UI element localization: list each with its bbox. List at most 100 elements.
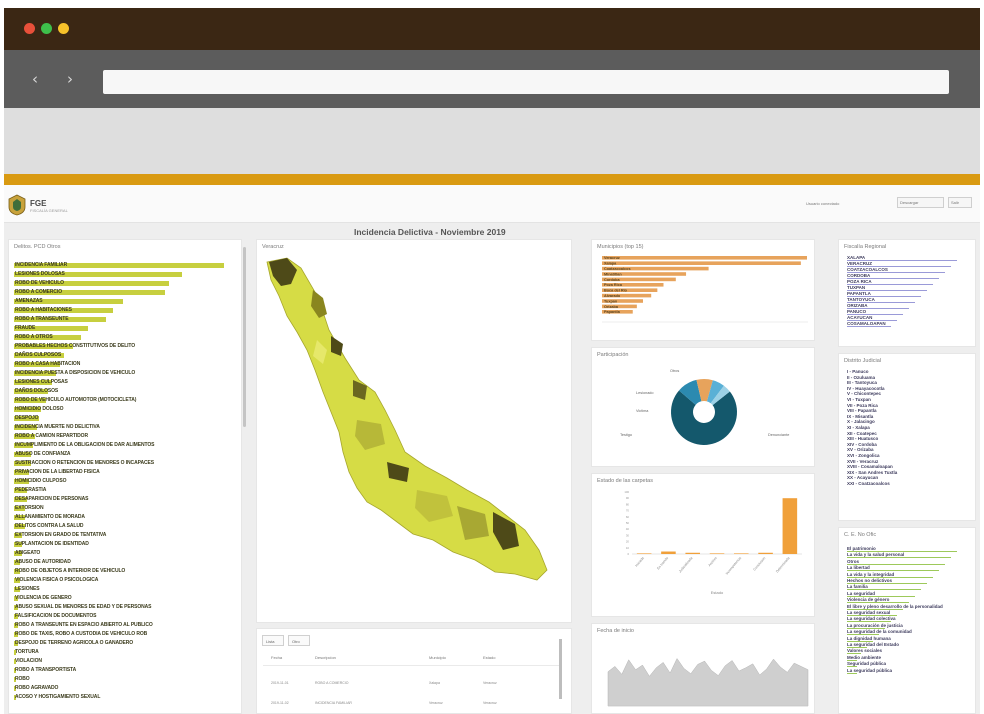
distrito-item[interactable]: VI - Tuxpan xyxy=(847,397,871,402)
crime-list-item[interactable]: HOMICIDIO CULPOSO xyxy=(14,478,234,484)
distrito-item[interactable]: XVIII - Cosamaloapan xyxy=(847,464,893,469)
crime-list-item[interactable]: ABUSO DE CONFIANZA xyxy=(14,451,234,457)
distrito-item[interactable]: V - Chicontepec xyxy=(847,391,881,396)
forward-arrow-icon[interactable]: › xyxy=(67,70,73,88)
estado-category-label: Determinada xyxy=(775,556,791,574)
close-window-dot[interactable] xyxy=(24,23,35,34)
crime-list-item[interactable]: ROBO A HABITACIONES xyxy=(14,307,234,313)
logout-button[interactable]: Salir xyxy=(948,197,972,208)
fecha-area xyxy=(607,658,809,707)
crime-list-item[interactable]: INCUMPLIMIENTO DE LA OBLIGACION DE DAR A… xyxy=(14,442,234,448)
crime-list-item[interactable]: DESAPARICION DE PERSONAS xyxy=(14,496,234,502)
crime-list-item[interactable]: INCIDENCIA MUERTE NO DELICTIVA xyxy=(14,424,234,430)
crime-list-item[interactable]: HOMICIDIO DOLOSO xyxy=(14,406,234,412)
crime-list-item[interactable]: ROBO A CAMION REPARTIDOR xyxy=(14,433,234,439)
crime-list-item[interactable]: LESIONES xyxy=(14,586,234,592)
back-arrow-icon[interactable]: ‹ xyxy=(32,70,38,88)
distrito-item[interactable]: IX - Misantla xyxy=(847,414,873,419)
crime-list-item[interactable]: ROBO A TRANSEUNTE xyxy=(14,316,234,322)
crime-list-item[interactable]: DAÑOS DOLOSOS xyxy=(14,388,234,394)
crime-list-item[interactable]: PRIVACION DE LA LIBERTAD FISICA xyxy=(14,469,234,475)
distrito-item[interactable]: XVI - Zongolica xyxy=(847,453,880,458)
crime-list-item[interactable]: LESIONES CULPOSAS xyxy=(14,379,234,385)
crime-list-item[interactable]: ROBO A CASA HABITACION xyxy=(14,361,234,367)
crime-list-item[interactable]: FRAUDE xyxy=(14,325,234,331)
crime-list-item[interactable]: ROBO A OTROS xyxy=(14,334,234,340)
crime-list-item[interactable]: ROBO DE TAXIS, ROBO A CUSTODIA DE VEHICU… xyxy=(14,631,234,637)
estado-y-tick: 70 xyxy=(626,509,630,513)
distrito-item[interactable]: VII - Poza Rica xyxy=(847,403,878,408)
crime-list-item[interactable]: DESPOJO xyxy=(14,415,234,421)
crime-label: ABUSO DE AUTORIDAD xyxy=(15,559,71,565)
crime-list-item[interactable]: SUSTRACCION O RETENCION DE MENORES O INC… xyxy=(14,460,234,466)
crime-label: ALLANAMIENTO DE MORADA xyxy=(15,514,85,520)
distrito-item[interactable]: III - Tantoyuca xyxy=(847,380,877,385)
crime-list-item[interactable]: ROBO A COMERCIO xyxy=(14,289,234,295)
participacion-panel: Participación Otros Lesionado Victima Denun… xyxy=(591,347,815,467)
distrito-item[interactable]: XVII - Veracruz xyxy=(847,459,878,464)
distrito-item[interactable]: XIV - Cordoba xyxy=(847,442,877,447)
crime-list-item[interactable]: LESIONES DOLOSAS xyxy=(14,271,234,277)
crime-list-item[interactable]: ROBO DE VEHICULO xyxy=(14,280,234,286)
crimes-scrollbar[interactable] xyxy=(243,247,246,427)
crime-list-item[interactable]: DELITOS CONTRA LA SALUD xyxy=(14,523,234,529)
distrito-item[interactable]: II - Ozuluama xyxy=(847,375,875,380)
distrito-item[interactable]: VIII - Papantla xyxy=(847,408,877,413)
crime-list-item[interactable]: PROBABLES HECHOS CONSTITUTIVOS DE DELITO xyxy=(14,343,234,349)
crime-list-item[interactable]: ROBO DE VEHICULO AUTOMOTOR (MOTOCICLETA) xyxy=(14,397,234,403)
veracruz-map[interactable] xyxy=(257,240,573,624)
crime-list-item[interactable]: TORTURA xyxy=(14,649,234,655)
distrito-item[interactable]: XX - Acayucan xyxy=(847,475,878,480)
municipio-label: Poza Rica xyxy=(604,283,623,287)
crime-label: DAÑOS DOLOSOS xyxy=(15,388,59,394)
distrito-item[interactable]: XIX - San Andres Tuxtla xyxy=(847,470,897,475)
crime-list-item[interactable]: DAÑOS CULPOSOS xyxy=(14,352,234,358)
crime-list-item[interactable]: INCIDENCIA PUESTA A DISPOSICION DE VEHIC… xyxy=(14,370,234,376)
table-scrollbar[interactable] xyxy=(559,639,562,699)
crime-list-item[interactable]: ROBO xyxy=(14,676,234,682)
crime-list-item[interactable]: VIOLENCIA FISICA O PSICOLOGICA xyxy=(14,577,234,583)
tab-list[interactable]: Lista xyxy=(262,635,284,646)
crime-list-item[interactable]: ROBO A TRANSEUNTE EN ESPACIO ABIERTO AL … xyxy=(14,622,234,628)
tab-other[interactable]: Otro xyxy=(288,635,310,646)
crime-list-item[interactable]: ACOSO Y HOSTIGAMIENTO SEXUAL xyxy=(14,694,234,700)
fecha-panel: Fecha de inicio xyxy=(591,623,815,714)
crime-list-item[interactable]: ROBO AGRAVADO xyxy=(14,685,234,691)
crime-list-item[interactable]: ABIGEATO xyxy=(14,550,234,556)
minimize-window-dot[interactable] xyxy=(41,23,52,34)
distrito-item[interactable]: XXI - Coatzacoalcos xyxy=(847,481,890,486)
distrito-item[interactable]: XI - Xalapa xyxy=(847,425,870,430)
distrito-item[interactable]: XII - Coatepec xyxy=(847,431,877,436)
crime-list-item[interactable]: DESPOJO DE TERRENO AGRICOLA O GANADERO xyxy=(14,640,234,646)
crime-list-item[interactable]: INCIDENCIA FAMILIAR xyxy=(14,262,234,268)
crime-list-item[interactable]: SUPLANTACION DE IDENTIDAD xyxy=(14,541,234,547)
crime-label: EXTORSION xyxy=(15,505,44,511)
map-panel: Veracruz xyxy=(256,239,572,623)
crime-list-item[interactable]: VIOLACION xyxy=(14,658,234,664)
distrito-item[interactable]: I - Panuco xyxy=(847,369,869,374)
crime-list-item[interactable]: ABUSO SEXUAL DE MENORES DE EDAD Y DE PER… xyxy=(14,604,234,610)
distrito-item[interactable]: XV - Orizaba xyxy=(847,447,874,452)
browser-titlebar xyxy=(4,8,980,50)
crime-list-item[interactable]: ROBO DE OBJETOS A INTERIOR DE VEHICULO xyxy=(14,568,234,574)
crime-list-item[interactable]: ALLANAMIENTO DE MORADA xyxy=(14,514,234,520)
municipios-bar-chart: Veracruz XalapaCoatzacoalcosMinatitlan Cor… xyxy=(602,256,808,323)
download-button[interactable]: Descargar xyxy=(897,197,944,208)
estado-bar xyxy=(758,552,773,554)
maximize-window-dot[interactable] xyxy=(58,23,69,34)
crime-list-item[interactable]: AMENAZAS xyxy=(14,298,234,304)
app-header: FGE FISCALÍA GENERAL Usuario conectado D… xyxy=(4,185,980,223)
crime-list-item[interactable]: PEDERASTIA xyxy=(14,487,234,493)
crime-list-item[interactable]: FALSIFICACION DE DOCUMENTOS xyxy=(14,613,234,619)
distrito-item[interactable]: XIII - Huatusco xyxy=(847,436,878,441)
distrito-item[interactable]: IV - Huayacocotla xyxy=(847,386,885,391)
crime-list-item[interactable]: ROBO A TRANSPORTISTA xyxy=(14,667,234,673)
donut-label: Victima xyxy=(636,409,649,413)
crime-list-item[interactable]: EXTORSION EN GRADO DE TENTATIVA xyxy=(14,532,234,538)
crime-list-item[interactable]: VIOLENCIA DE GENERO xyxy=(14,595,234,601)
distrito-item[interactable]: X - Jalacingo xyxy=(847,419,875,424)
crime-list-item[interactable]: EXTORSION xyxy=(14,505,234,511)
crime-list-item[interactable]: ABUSO DE AUTORIDAD xyxy=(14,559,234,565)
address-bar[interactable] xyxy=(103,70,949,94)
estado-category-label: Archivo xyxy=(707,556,717,567)
